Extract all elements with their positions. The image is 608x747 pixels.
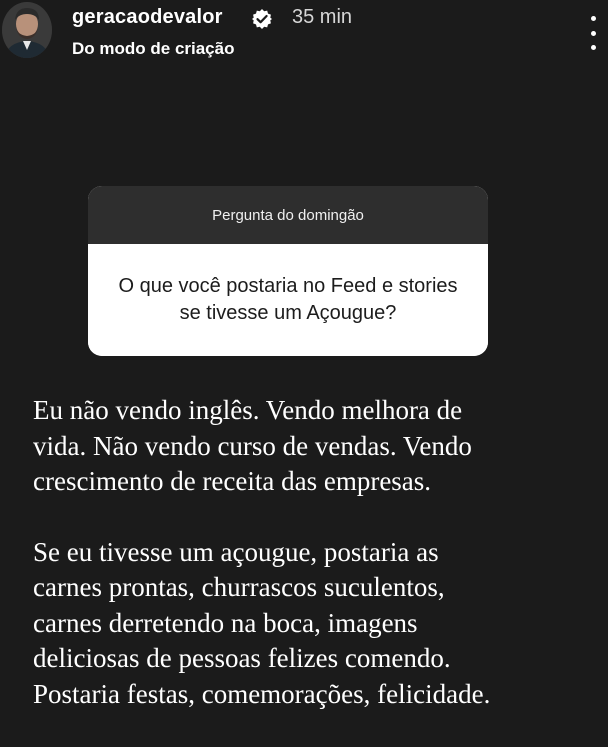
verified-badge-icon bbox=[251, 8, 273, 30]
more-dot bbox=[590, 30, 596, 36]
username[interactable]: geracaodevalor bbox=[72, 6, 223, 29]
more-dot bbox=[590, 16, 596, 21]
question-sticker-text: O que você postaria no Feed e stories se… bbox=[88, 244, 488, 356]
more-dot bbox=[590, 45, 596, 50]
more-options-icon[interactable] bbox=[583, 16, 603, 50]
story-paragraph-1: Eu não vendo inglês. Vendo melhora de vi… bbox=[33, 395, 472, 496]
avatar-image bbox=[2, 2, 52, 58]
story-text: Eu não vendo inglês. Vendo melhora de vi… bbox=[33, 393, 593, 712]
profile-avatar[interactable] bbox=[2, 2, 52, 58]
story-subtitle: Do modo de criação bbox=[72, 39, 235, 58]
question-sticker-title: Pergunta do domingão bbox=[88, 186, 488, 244]
story-header: geracaodevalor 35 min Do modo de criação bbox=[0, 0, 608, 70]
question-sticker[interactable]: Pergunta do domingão O que você postaria… bbox=[88, 186, 488, 356]
post-time: 35 min bbox=[292, 6, 353, 28]
story-paragraph-2: Se eu tivesse um açougue, postaria as ca… bbox=[33, 536, 491, 709]
